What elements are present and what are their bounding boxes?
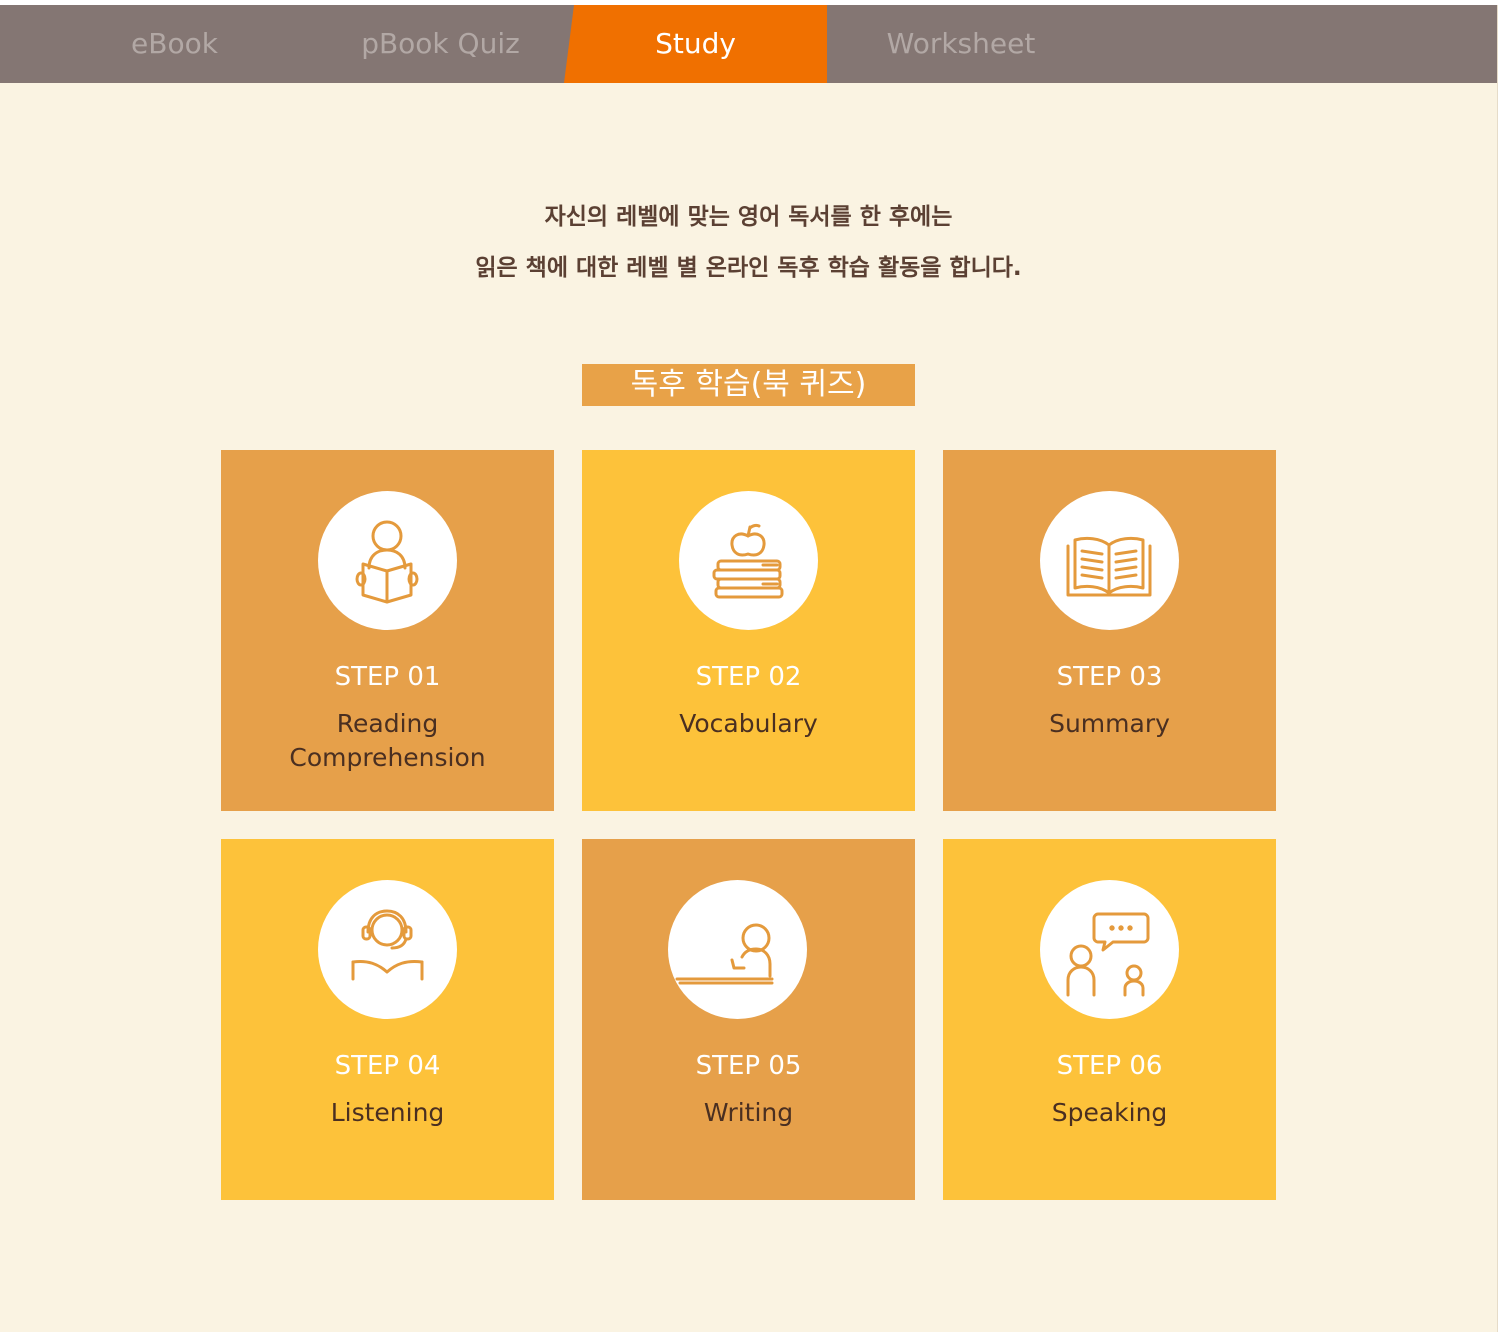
intro-line-1: 자신의 레벨에 맞는 영어 독서를 한 후에는: [544, 204, 953, 230]
open-book-icon: [1066, 536, 1152, 597]
books-with-apple-icon: [712, 523, 784, 599]
icon-circle: [668, 880, 807, 1019]
section-label: 독후 학습(북 퀴즈): [582, 364, 915, 406]
tab-bar: eBook pBook Quiz Study Worksheet: [0, 5, 1497, 83]
tab-worksheet[interactable]: Worksheet: [850, 5, 1072, 83]
icon-circle: [1040, 880, 1179, 1019]
step-card-writing[interactable]: STEP 05 Writing: [582, 839, 915, 1200]
step-card-listening[interactable]: STEP 04 Listening: [221, 839, 554, 1200]
step-card-speaking[interactable]: STEP 06 Speaking: [943, 839, 1276, 1200]
step-number: STEP 06: [1056, 1051, 1163, 1081]
icon-circle: [318, 880, 457, 1019]
step-title: Speaking: [1051, 1098, 1168, 1127]
tab-ebook[interactable]: eBook: [72, 5, 277, 83]
icon-circle: [679, 491, 818, 630]
step-title: Listening: [330, 1098, 445, 1127]
icon-circle: [318, 491, 457, 630]
person-with-headphones-icon: [351, 909, 424, 981]
step-title: Summary: [1049, 709, 1170, 738]
step-card-vocabulary[interactable]: STEP 02 Vocabulary: [582, 450, 915, 811]
tab-pbook-quiz[interactable]: pBook Quiz: [318, 5, 563, 83]
step-title: Writing: [703, 1098, 794, 1127]
step-number: STEP 05: [695, 1051, 802, 1081]
people-talking-speech-bubble-icon: [1066, 912, 1150, 997]
step-number: STEP 04: [334, 1051, 441, 1081]
icon-circle: [1040, 491, 1179, 630]
step-title: Vocabulary: [679, 709, 818, 738]
intro-line-2: 읽은 책에 대한 레벨 별 온라인 독후 학습 활동을 합니다.: [475, 255, 1022, 281]
tab-study[interactable]: Study: [564, 5, 827, 83]
study-page: eBook pBook Quiz Study Worksheet 자신의 레벨에…: [0, 5, 1498, 1332]
person-reading-book-icon: [355, 520, 419, 604]
person-writing-at-desk-icon: [675, 923, 774, 985]
step-number: STEP 01: [334, 662, 441, 692]
step-card-reading[interactable]: STEP 01 Reading Comprehension: [221, 450, 554, 811]
step-number: STEP 02: [695, 662, 802, 692]
step-title: Reading Comprehension: [289, 709, 486, 772]
step-number: STEP 03: [1056, 662, 1163, 692]
step-card-summary[interactable]: STEP 03 Summary: [943, 450, 1276, 811]
